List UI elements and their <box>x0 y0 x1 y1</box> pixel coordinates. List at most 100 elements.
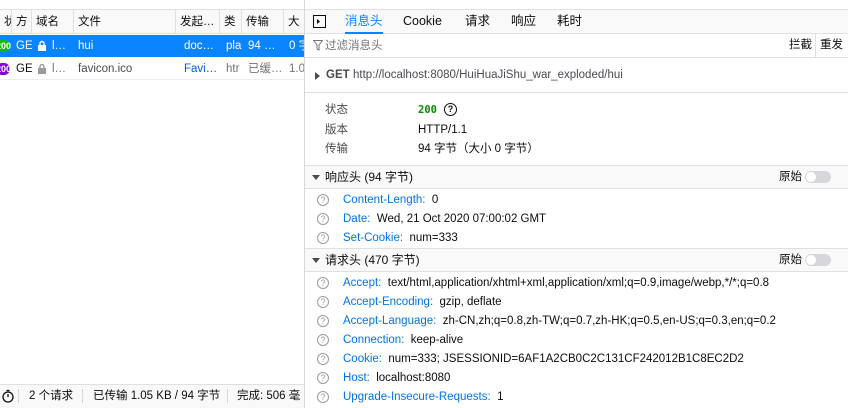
help-icon[interactable]: ? <box>317 334 329 346</box>
column-transferred[interactable]: 传输 <box>242 10 284 34</box>
help-icon[interactable]: ? <box>317 296 329 308</box>
status-code: 200 <box>418 104 437 116</box>
request-transferred: 94 … <box>248 40 276 52</box>
response-header-row: ? Date: Wed, 21 Oct 2020 07:00:02 GMT <box>305 210 848 229</box>
tab-request[interactable]: 请求 <box>465 10 490 34</box>
header-value: zh-CN,zh;q=0.8,zh-TW;q=0.7,zh-HK;q=0.5,e… <box>442 315 776 327</box>
tab-cookie[interactable]: Cookie <box>403 10 442 34</box>
request-header-row: ? Upgrade-Insecure-Requests: 1 <box>305 388 848 407</box>
response-headers-section[interactable]: 响应头 (94 字节) 原始 <box>305 165 848 189</box>
help-icon[interactable]: ? <box>317 315 329 327</box>
tab-timing[interactable]: 耗时 <box>557 10 582 34</box>
footer-divider <box>18 389 19 403</box>
details-tabbar: 消息头 Cookie 请求 响应 耗时 <box>305 9 848 34</box>
request-header-row: ? Accept-Encoding: gzip, deflate <box>305 293 848 312</box>
request-headers-section[interactable]: 请求头 (470 字节) 原始 <box>305 248 848 272</box>
help-icon[interactable]: ? <box>317 194 329 206</box>
header-name: Connection: <box>343 334 405 346</box>
lock-icon <box>38 63 46 74</box>
request-size: 0 字 <box>289 40 304 52</box>
response-header-row: ? Content-Length: 0 <box>305 191 848 210</box>
header-entry: Accept-Encoding: gzip, deflate <box>343 293 502 312</box>
column-method[interactable]: 方 <box>12 10 32 34</box>
help-icon[interactable]: ? <box>317 391 329 403</box>
transferred-summary: 已传输 1.05 KB / 94 字节 <box>93 390 221 402</box>
request-row-favicon[interactable]: 200 GE l… favicon.ico Favi… htr 已缓… 1.0 <box>0 58 304 80</box>
expand-triangle-icon[interactable] <box>315 72 320 80</box>
request-list-header: 状 方 域名 文件 发起… 类 传输 大 <box>0 9 304 34</box>
status-badge: 200 <box>0 63 11 75</box>
header-name: Content-Length: <box>343 194 426 206</box>
response-header-row: ? Set-Cookie: num=333 <box>305 229 848 248</box>
header-entry: Accept: text/html,application/xhtml+xml,… <box>343 274 769 293</box>
block-button[interactable]: 拦截 <box>785 34 812 57</box>
help-icon[interactable]: ? <box>317 277 329 289</box>
details-panel: 消息头 Cookie 请求 响应 耗时 拦截 重发 GET http://loc… <box>304 0 848 408</box>
request-row-hui[interactable]: 200 GE l… hui doc… pla 94 … 0 字 <box>0 35 304 57</box>
header-value: num=333 <box>409 232 458 244</box>
header-entry: Date: Wed, 21 Oct 2020 07:00:02 GMT <box>343 210 546 229</box>
header-name: Cookie: <box>343 353 382 365</box>
transfer-label: 传输 <box>325 143 348 155</box>
status-badge: 200 <box>0 40 11 52</box>
column-type[interactable]: 类 <box>220 10 242 34</box>
help-icon[interactable]: ? <box>317 213 329 225</box>
header-value: 0 <box>431 194 439 206</box>
section-divider <box>305 92 848 93</box>
request-url[interactable]: http://localhost:8080/HuiHuaJiShu_war_ex… <box>353 63 623 88</box>
header-entry: Cookie: num=333; JSESSIONID=6AF1A2CB0C2C… <box>343 350 744 369</box>
header-entry: Host: localhost:8080 <box>343 369 450 388</box>
request-header-row: ? Connection: keep-alive <box>305 331 848 350</box>
column-size[interactable]: 大 <box>284 10 304 34</box>
header-value: Wed, 21 Oct 2020 07:00:02 GMT <box>376 213 547 225</box>
column-file[interactable]: 文件 <box>74 10 176 34</box>
collapse-triangle-icon[interactable] <box>312 175 320 180</box>
tab-response[interactable]: 响应 <box>511 10 536 34</box>
help-icon[interactable]: ? <box>317 372 329 384</box>
help-icon[interactable]: ? <box>444 103 457 116</box>
column-initiator[interactable]: 发起… <box>176 10 220 34</box>
header-name: Accept: <box>343 277 382 289</box>
footer-divider <box>227 389 228 403</box>
request-method: GE <box>16 40 32 52</box>
help-icon[interactable]: ? <box>317 232 329 244</box>
header-filter-bar: 拦截 重发 <box>305 34 848 58</box>
header-value: text/html,application/xhtml+xml,applicat… <box>387 277 770 289</box>
request-count: 2 个请求 <box>29 390 74 402</box>
request-type: htr <box>226 63 240 75</box>
request-file: hui <box>78 40 94 52</box>
request-headers-title: 请求头 (470 字节) <box>325 253 420 267</box>
column-domain[interactable]: 域名 <box>32 10 74 34</box>
stopwatch-icon[interactable] <box>2 389 14 403</box>
collapse-triangle-icon[interactable] <box>312 258 320 263</box>
resend-button[interactable]: 重发 <box>815 34 843 57</box>
header-name: Date: <box>343 213 371 225</box>
header-entry: Accept-Language: zh-CN,zh;q=0.8,zh-TW;q=… <box>343 312 776 331</box>
help-icon[interactable]: ? <box>317 353 329 365</box>
header-name: Upgrade-Insecure-Requests: <box>343 391 491 403</box>
request-header-row: ? Accept-Language: zh-CN,zh;q=0.8,zh-TW;… <box>305 312 848 331</box>
request-method: GE <box>16 63 32 75</box>
request-url-summary: GET http://localhost:8080/HuiHuaJiShu_wa… <box>305 63 848 88</box>
header-name: Host: <box>343 372 370 384</box>
header-value: keep-alive <box>410 334 464 346</box>
request-initiator[interactable]: Favi… <box>180 58 220 80</box>
toggle-sidebar-icon[interactable] <box>313 15 326 28</box>
header-entry: Connection: keep-alive <box>343 331 463 350</box>
request-initiator: doc… <box>184 40 215 52</box>
lock-icon <box>38 40 46 51</box>
request-domain: l… <box>52 40 67 52</box>
request-size: 1.0 <box>289 63 304 75</box>
raw-toggle[interactable] <box>805 171 831 183</box>
header-value: num=333; JSESSIONID=6AF1A2CB0C2C131CF242… <box>388 353 744 365</box>
header-name: Accept-Encoding: <box>343 296 434 308</box>
request-type: pla <box>226 40 242 52</box>
request-file: favicon.ico <box>78 63 133 75</box>
raw-label: 原始 <box>779 171 802 183</box>
footer-divider <box>82 389 83 403</box>
tab-headers[interactable]: 消息头 <box>345 10 383 34</box>
filter-headers-input[interactable] <box>325 37 625 54</box>
raw-toggle[interactable] <box>805 254 831 266</box>
column-status[interactable]: 状 <box>0 10 12 34</box>
header-value: 1 <box>497 391 504 403</box>
